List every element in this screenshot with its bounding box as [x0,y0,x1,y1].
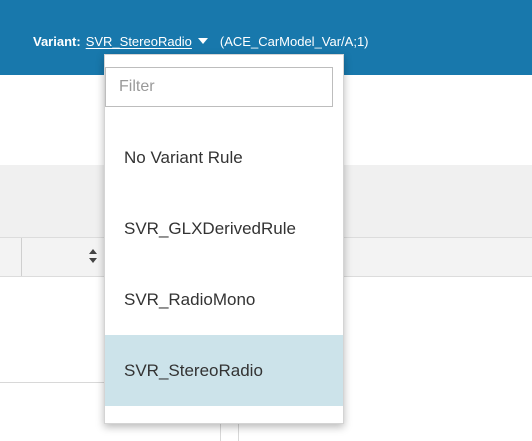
variant-selector: Variant: SVR_StereoRadio (ACE_CarModel_V… [33,31,369,51]
option-svr-radiomono[interactable]: SVR_RadioMono [105,264,343,335]
variant-dropdown-trigger[interactable]: SVR_StereoRadio [86,34,192,49]
variant-label: Variant: [33,33,81,49]
filter-input[interactable] [105,67,333,107]
sort-icon[interactable] [88,248,98,264]
option-no-variant-rule[interactable]: No Variant Rule [105,122,343,193]
variant-dropdown-menu: No Variant Rule SVR_GLXDerivedRule SVR_R… [104,54,344,424]
option-svr-stereoradio[interactable]: SVR_StereoRadio [105,335,343,406]
variant-context-info: (ACE_CarModel_Var/A;1) [219,33,369,49]
column-divider[interactable] [21,238,22,276]
caret-down-icon[interactable] [197,38,208,44]
variant-options-list: No Variant Rule SVR_GLXDerivedRule SVR_R… [105,122,343,406]
option-svr-glxderivedrule[interactable]: SVR_GLXDerivedRule [105,193,343,264]
